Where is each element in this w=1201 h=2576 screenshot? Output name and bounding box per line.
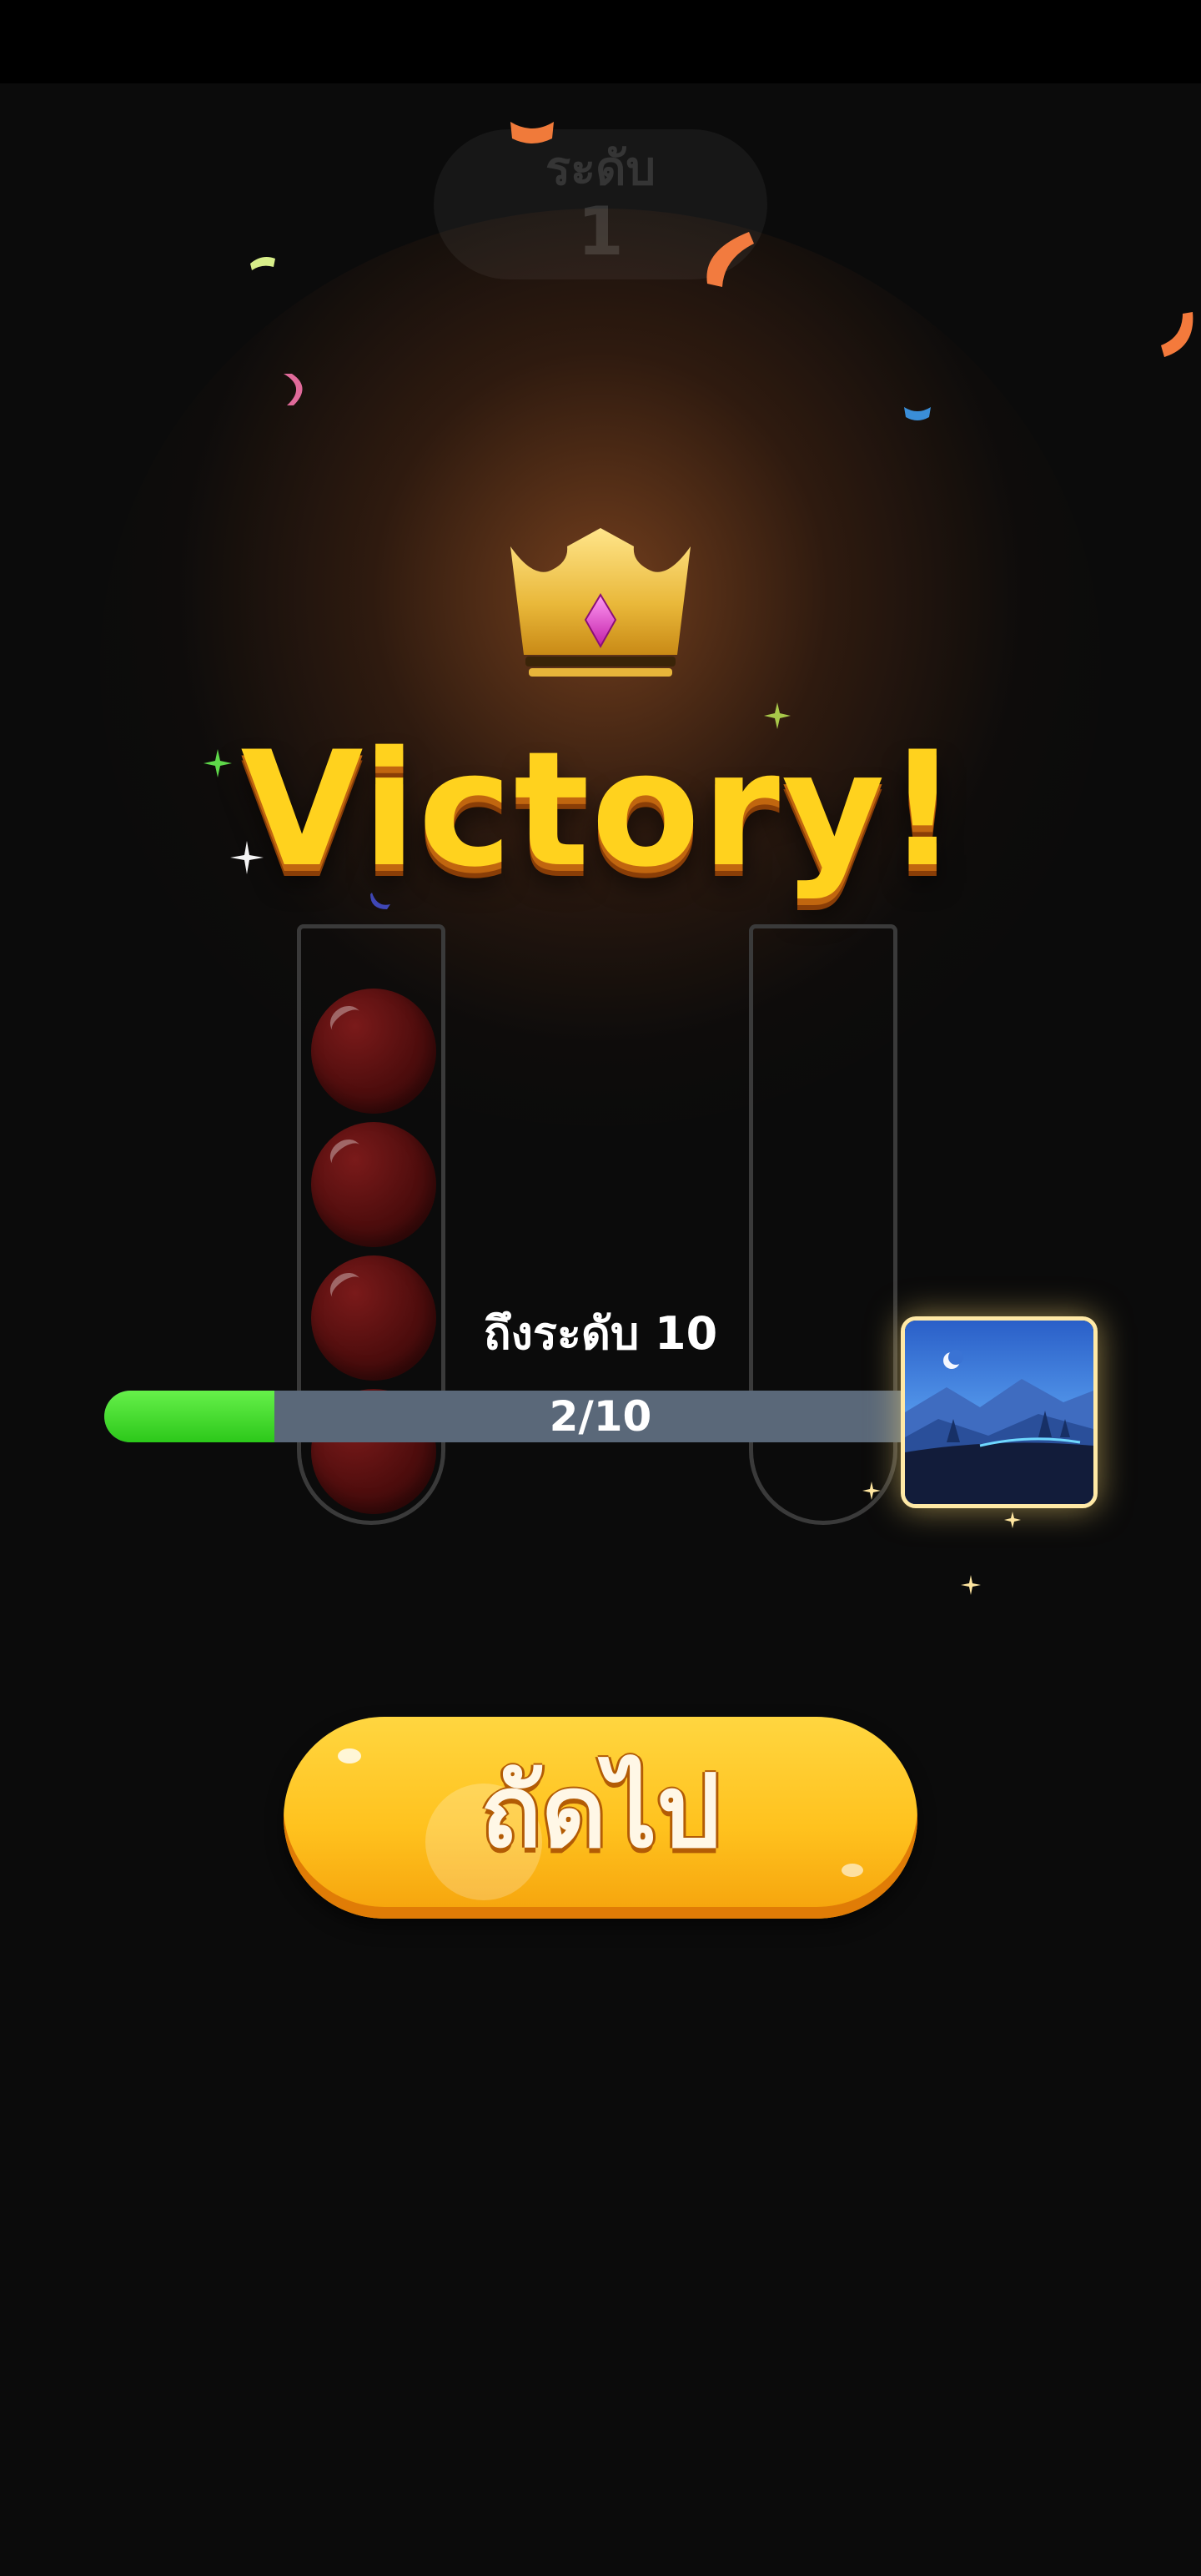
- reward-preview[interactable]: [901, 1316, 1098, 1508]
- progress-bar: 2/10: [104, 1391, 955, 1442]
- sparkle-icon: [764, 702, 791, 729]
- next-button-label: ถัดไป: [480, 1754, 721, 1870]
- ball: [311, 1122, 436, 1247]
- sparkle-icon: [961, 1575, 981, 1595]
- status-bar: [0, 0, 1201, 83]
- level-label: ระดับ: [545, 142, 656, 196]
- night-landscape-reward-icon: [905, 1321, 1093, 1504]
- confetti-piece: [706, 232, 754, 287]
- crown-icon: [510, 528, 691, 677]
- confetti-piece: [904, 407, 931, 420]
- sparkle-icon: [1004, 1512, 1021, 1528]
- sparkle-icon: [230, 841, 264, 874]
- progress-text: 2/10: [549, 1392, 652, 1441]
- victory-title: Victory!: [240, 717, 961, 902]
- confetti-piece: [250, 257, 275, 270]
- confetti-piece: [284, 374, 303, 405]
- confetti-piece: [510, 122, 554, 143]
- ball: [311, 989, 436, 1114]
- sparkle-icon: [204, 749, 232, 777]
- confetti-piece: [1161, 312, 1193, 357]
- next-button[interactable]: ถัดไป: [284, 1717, 917, 1919]
- sparkle-icon: [862, 1482, 881, 1500]
